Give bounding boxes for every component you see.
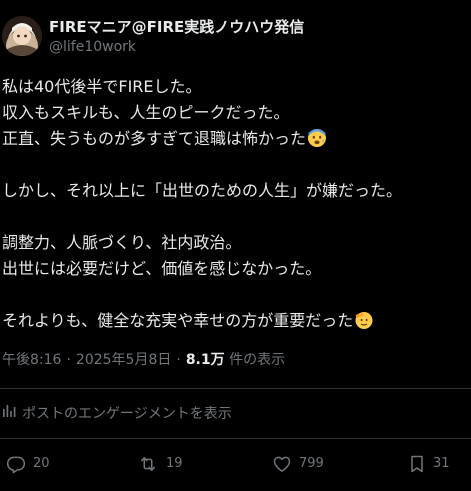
bookmark-button[interactable]: 31 [408,452,450,476]
post-line: 出世には必要だけど、価値を感じなかった。 [2,259,322,278]
post-line-text: 正直、失うものが多すぎて退職は怖かった [2,129,307,148]
views-count: 8.1万 [185,352,225,368]
view-engagements-label: ポストのエンゲージメントを表示 [22,406,232,422]
bookmark-icon [408,454,426,474]
display-name[interactable]: FIREマニア@FIRE実践ノウハウ発信 [49,18,304,36]
post-time[interactable]: 午後8:16 [2,352,61,368]
repost-count: 19 [166,456,183,471]
post-meta: 午後8:16 · 2025年5月8日 · 8.1万 件の表示 [2,350,285,370]
action-bar: 20 19 799 31 [0,452,471,476]
post-line-break [2,282,467,308]
separator-dot: · [66,352,71,368]
repost-button[interactable]: 19 [137,452,183,476]
author-info: FIREマニア@FIRE実践ノウハウ発信 @life10work [49,18,304,56]
anxious-face-icon [307,128,327,156]
post-line: それよりも、健全な充実や幸せの方が重要だった [2,308,467,334]
bookmark-count: 31 [433,456,450,471]
heart-icon [272,454,292,474]
views-label: 件の表示 [229,352,286,368]
repost-icon [137,454,159,474]
post-line: 調整力、人脈づくり、社内政治。 [2,233,242,252]
separator-dot: · [176,352,181,368]
avatar[interactable] [2,16,42,56]
post-line: 私は40代後半でFIREした。 [2,77,202,96]
reply-button[interactable]: 20 [6,452,50,476]
post-line-break [2,204,467,230]
divider [0,438,471,439]
user-handle[interactable]: @life10work [49,38,304,56]
post-line-break [2,152,467,178]
post-text: 私は40代後半でFIREした。 収入もスキルも、人生のピークだった。 正直、失う… [2,74,467,334]
post-date[interactable]: 2025年5月8日 [76,352,171,368]
reply-icon [6,454,26,474]
post-line: しかし、それ以上に「出世のための人生」が嫌だった。 [2,181,403,200]
analytics-icon [2,404,16,424]
reply-count: 20 [33,456,50,471]
divider [0,388,471,389]
post-line: 収入もスキルも、人生のピークだった。 [2,103,290,122]
post-header: FIREマニア@FIRE実践ノウハウ発信 @life10work [0,14,471,58]
post-line-text: それよりも、健全な充実や幸せの方が重要だった [2,311,354,330]
like-count: 799 [299,456,324,471]
post-line: 正直、失うものが多すぎて退職は怖かった [2,126,467,152]
saluting-face-icon [354,310,374,338]
view-engagements-link[interactable]: ポストのエンゲージメントを表示 [2,404,232,424]
avatar-image [2,16,42,56]
like-button[interactable]: 799 [272,452,324,476]
